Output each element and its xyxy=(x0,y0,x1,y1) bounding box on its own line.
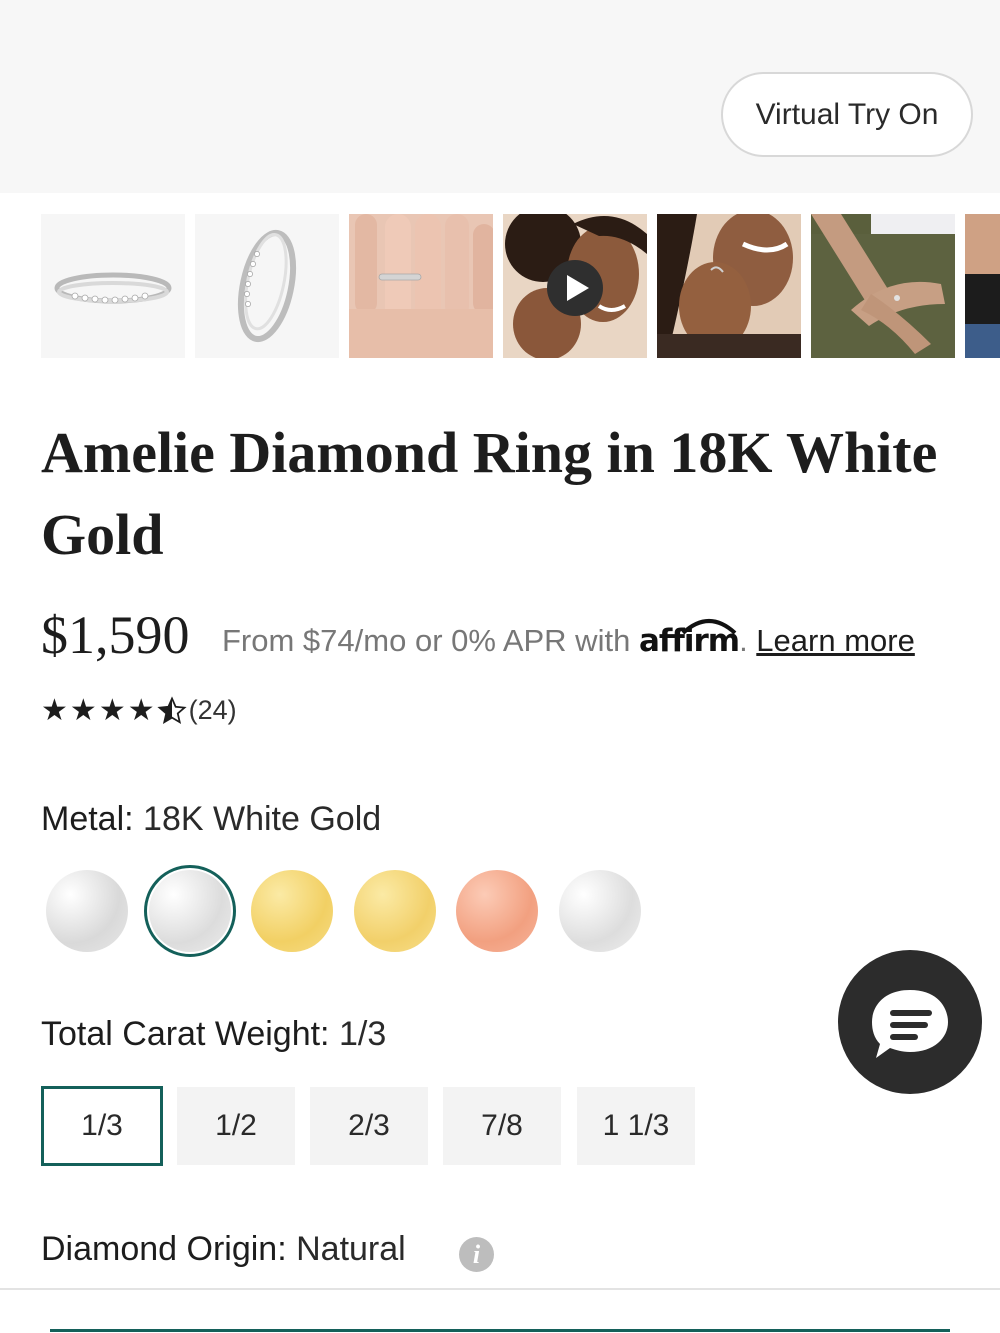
half-star-icon xyxy=(157,695,187,726)
thumbnail-ring-side[interactable] xyxy=(195,214,339,358)
chat-button[interactable] xyxy=(838,950,982,1094)
metal-label: Metal: 18K White Gold xyxy=(41,800,382,838)
product-price: $1,590 xyxy=(41,605,190,665)
thumbnail-strip[interactable] xyxy=(41,214,1000,368)
carat-option-1-2[interactable]: 1/2 xyxy=(177,1087,295,1165)
metal-swatch-silver[interactable] xyxy=(46,870,128,952)
chat-icon xyxy=(872,990,948,1058)
thumbnail-model-smiling[interactable] xyxy=(657,214,801,358)
learn-more-link[interactable]: Learn more xyxy=(756,623,915,658)
product-rating[interactable]: ★ ★ ★ ★ (24) xyxy=(41,695,237,726)
thumbnail-ring-flat[interactable] xyxy=(41,214,185,358)
star-icon: ★ xyxy=(127,692,155,728)
product-title: Amelie Diamond Ring in 18K White Gold xyxy=(41,420,938,567)
thumbnail-more[interactable] xyxy=(965,214,1000,358)
metal-swatch-platinum[interactable] xyxy=(559,870,641,952)
carat-option-1-3[interactable]: 1/3 xyxy=(41,1086,163,1166)
virtual-try-on-button[interactable]: Virtual Try On xyxy=(721,72,973,157)
metal-swatch-yellow-gold[interactable] xyxy=(251,870,333,952)
diamond-origin-value: Natural xyxy=(296,1230,406,1268)
financing-info: From $74/mo or 0% APR with affirm. Learn… xyxy=(222,619,915,659)
star-icon: ★ xyxy=(69,692,97,728)
metal-swatch-rose-gold[interactable] xyxy=(456,870,538,952)
financing-text: From $74/mo or 0% APR with xyxy=(222,623,631,658)
carat-value: 1/3 xyxy=(338,1015,387,1053)
carat-option-1-1-3[interactable]: 1 1/3 xyxy=(577,1087,695,1165)
diamond-origin-label: Diamond Origin: Natural xyxy=(41,1230,406,1268)
star-icon: ★ xyxy=(98,692,126,728)
product-hero-image: Virtual Try On xyxy=(0,0,1000,193)
star-icon: ★ xyxy=(41,692,68,728)
section-divider xyxy=(0,1288,1000,1290)
metal-value: 18K White Gold xyxy=(143,800,382,838)
thumbnail-model-arms[interactable] xyxy=(811,214,955,358)
metal-swatch-white-gold[interactable] xyxy=(149,870,231,952)
bottom-accent-line xyxy=(50,1329,950,1332)
affirm-logo: affirm xyxy=(638,619,740,659)
thumbnail-model-video[interactable] xyxy=(503,214,647,358)
metal-swatch-yellow-gold-alt[interactable] xyxy=(354,870,436,952)
carat-label: Total Carat Weight: 1/3 xyxy=(41,1015,387,1053)
rating-count[interactable]: (24) xyxy=(189,695,237,726)
carat-option-2-3[interactable]: 2/3 xyxy=(310,1087,428,1165)
info-icon[interactable]: i xyxy=(459,1237,494,1272)
thumbnail-ring-on-hand[interactable] xyxy=(349,214,493,358)
carat-option-7-8[interactable]: 7/8 xyxy=(443,1087,561,1165)
